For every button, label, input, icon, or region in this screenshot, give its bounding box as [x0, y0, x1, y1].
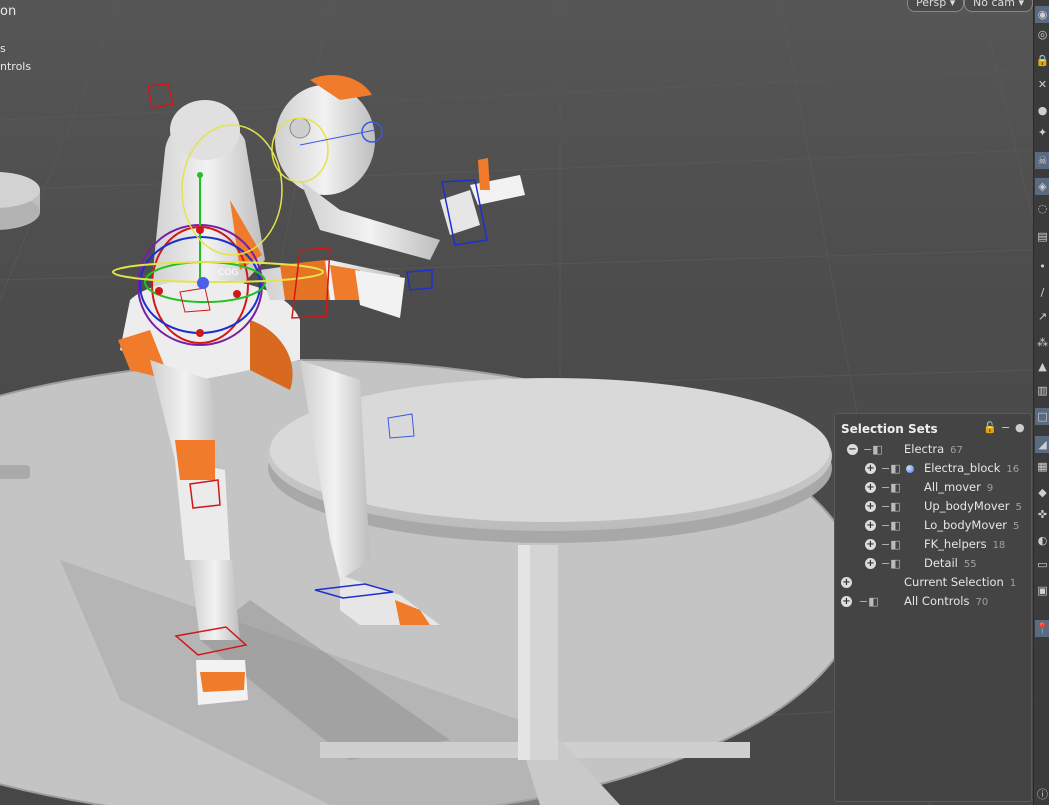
info-icon[interactable]: ⓘ: [1035, 786, 1049, 803]
selection-set-label: FK_helpers 18: [924, 535, 1005, 555]
expand-icon[interactable]: +: [841, 577, 852, 588]
settings-icon[interactable]: ●: [1015, 421, 1025, 434]
minimize-icon[interactable]: −: [1001, 421, 1010, 434]
3d-viewport[interactable]: COG on s ntrols Persp ▾ No cam ▾ Selecti…: [0, 0, 1033, 805]
selection-set-row[interactable]: + −◧ All Controls 70: [835, 592, 1031, 611]
expand-icon[interactable]: +: [865, 463, 876, 474]
keyframe-set-icon[interactable]: −◧: [881, 478, 901, 497]
selection-set-row[interactable]: + Current Selection 1: [835, 573, 1031, 592]
expand-icon[interactable]: +: [865, 482, 876, 493]
set-name: All Controls: [904, 594, 970, 608]
selection-set-label: Lo_bodyMover 5: [924, 516, 1019, 536]
selection-sets-header: Selection Sets 🔓 − ●: [835, 414, 1031, 440]
sphere-icon[interactable]: ●: [1035, 102, 1049, 119]
mesh-icon[interactable]: ▲: [1035, 358, 1049, 375]
expand-icon[interactable]: +: [865, 520, 876, 531]
set-count: 55: [963, 559, 977, 570]
camera-mode-dropdown[interactable]: Persp ▾: [907, 0, 965, 12]
camera-icon[interactable]: ◈: [1035, 178, 1049, 195]
swatch-icon[interactable]: ▦: [1035, 458, 1049, 475]
set-name: FK_helpers: [924, 537, 987, 551]
set-count: 18: [992, 540, 1006, 551]
set-name: Up_bodyMover: [924, 499, 1010, 513]
set-count: 1: [1009, 578, 1017, 589]
camera-mode-label: Persp: [916, 0, 947, 9]
map-pin-icon[interactable]: 📍: [1035, 620, 1049, 637]
set-name: All_mover: [924, 480, 981, 494]
selection-set-label: Detail 55: [924, 554, 977, 574]
box-icon[interactable]: □: [1035, 408, 1049, 425]
pose-icon[interactable]: ◢: [1035, 436, 1049, 453]
rig-icon[interactable]: ✜: [1035, 506, 1049, 523]
set-name: Current Selection: [904, 575, 1004, 589]
joints-icon[interactable]: ⁂: [1035, 334, 1049, 351]
dot-icon[interactable]: •: [1035, 258, 1049, 275]
selection-set-label: All_mover 9: [924, 478, 993, 498]
chevron-down-icon: ▾: [1018, 0, 1024, 9]
selection-set-row[interactable]: + −◧ Lo_bodyMover 5: [835, 516, 1031, 535]
selection-set-row[interactable]: + −◧ Electra_block 16: [835, 459, 1031, 478]
sphere-icon: [906, 465, 914, 473]
set-count: 9: [986, 483, 994, 494]
monitor-icon[interactable]: ▣: [1035, 582, 1049, 599]
collapse-icon[interactable]: −: [847, 444, 858, 455]
keyframe-set-icon[interactable]: −◧: [881, 459, 901, 478]
cube-icon[interactable]: ◆: [1035, 484, 1049, 501]
light-icon[interactable]: ✦: [1035, 124, 1049, 141]
viewport-subtitle: s: [0, 42, 6, 55]
set-count: 67: [950, 445, 963, 456]
expand-icon[interactable]: +: [865, 539, 876, 550]
keyframe-set-icon[interactable]: −◧: [863, 440, 883, 459]
eye-icon[interactable]: ◉: [1035, 6, 1049, 23]
expand-icon[interactable]: +: [841, 596, 852, 607]
set-count: 5: [1013, 521, 1020, 532]
selection-set-label: Electra 67: [904, 440, 963, 460]
film-icon[interactable]: ▤: [1035, 228, 1049, 245]
selection-set-label: Up_bodyMover 5: [924, 497, 1022, 517]
selection-set-row[interactable]: + −◧ FK_helpers 18: [835, 535, 1031, 554]
grid-icon[interactable]: ▥: [1035, 382, 1049, 399]
selection-set-row[interactable]: + −◧ Up_bodyMover 5: [835, 497, 1031, 516]
selection-sets-panel: Selection Sets 🔓 − ● − −◧ Electra 67 + −◧ Elec…: [834, 413, 1032, 802]
camera-select-dropdown[interactable]: No cam ▾: [964, 0, 1033, 12]
frame-icon[interactable]: ▭: [1035, 556, 1049, 573]
selection-set-label: Electra_block 16: [924, 459, 1019, 479]
keyframe-set-icon[interactable]: −◧: [881, 554, 901, 573]
panel-title: Selection Sets: [841, 422, 938, 436]
set-name: Electra: [904, 442, 945, 456]
selection-set-row[interactable]: + −◧ Detail 55: [835, 554, 1031, 573]
expand-icon[interactable]: +: [865, 558, 876, 569]
set-name: Electra_block: [924, 461, 1001, 475]
spiral-icon[interactable]: ◎: [1035, 26, 1049, 43]
selection-set-label: Current Selection 1: [904, 573, 1016, 593]
lock-icon[interactable]: 🔓: [983, 421, 997, 434]
set-count: 16: [1006, 464, 1020, 475]
selection-set-label: All Controls 70: [904, 592, 988, 612]
set-count: 5: [1015, 502, 1022, 513]
set-name: Detail: [924, 556, 958, 570]
viewport-controls-label: ntrols: [0, 60, 32, 73]
viewport-title: on: [0, 4, 17, 19]
right-toolbar: ◉ ◎ 🔒 ✕ ● ✦ ☠ ◈ ◌ ▤ • / ↗ ⁂ ▲ ▥ □ ◢ ▦ ◆ ✜ ◐ ▭ ▣ 📍 ⓘ: [1033, 0, 1049, 805]
skeleton-icon[interactable]: ☠: [1035, 152, 1049, 169]
lock-icon[interactable]: 🔒: [1035, 52, 1049, 69]
camera-select-label: No cam: [973, 0, 1015, 9]
keyframe-set-icon[interactable]: −◧: [881, 535, 901, 554]
node-icon[interactable]: ◐: [1035, 532, 1049, 549]
pin-icon[interactable]: ↗: [1035, 308, 1049, 325]
chevron-down-icon: ▾: [949, 0, 956, 9]
keyframe-set-icon[interactable]: −◧: [859, 592, 879, 611]
keyframe-set-icon[interactable]: −◧: [881, 516, 901, 535]
set-name: Lo_bodyMover: [924, 518, 1007, 532]
keyframe-set-icon[interactable]: −◧: [881, 497, 901, 516]
cog-label: COG: [218, 268, 238, 278]
set-count: 70: [975, 597, 989, 608]
eye-closed-icon[interactable]: ◌: [1035, 200, 1049, 217]
bone-icon[interactable]: /: [1035, 284, 1049, 301]
expand-icon[interactable]: +: [865, 501, 876, 512]
x-bones-icon[interactable]: ✕: [1035, 76, 1049, 93]
selection-set-row[interactable]: + −◧ All_mover 9: [835, 478, 1031, 497]
selection-set-row[interactable]: − −◧ Electra 67: [835, 440, 1031, 459]
